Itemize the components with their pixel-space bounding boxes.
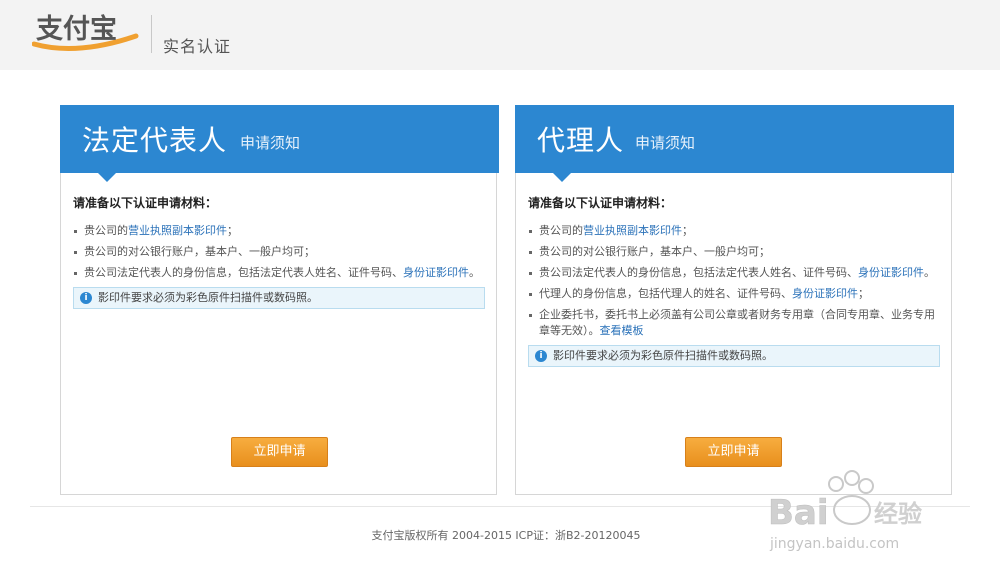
notice-text: 影印件要求必须为彩色原件扫描件或数码照。 xyxy=(98,291,318,304)
notice-box: i 影印件要求必须为彩色原件扫描件或数码照。 xyxy=(73,287,485,309)
bullet-icon xyxy=(529,314,532,317)
header-pointer xyxy=(98,173,116,182)
business-license-link[interactable]: 营业执照副本影印件 xyxy=(128,224,227,237)
logo-divider xyxy=(151,15,152,53)
svg-text:支付宝: 支付宝 xyxy=(36,13,117,45)
view-template-link[interactable]: 查看模板 xyxy=(600,324,644,337)
business-license-link[interactable]: 营业执照副本影印件 xyxy=(583,224,682,237)
card-body: 请准备以下认证申请材料： 贵公司的营业执照副本影印件； 贵公司的对公银行账户，基… xyxy=(73,194,487,309)
list-item: 贵公司的对公银行账户，基本户、一般户均可； xyxy=(528,244,942,260)
card-legal-representative: 法定代表人 申请须知 请准备以下认证申请材料： 贵公司的营业执照副本影印件； 贵… xyxy=(60,105,499,495)
bullet-icon xyxy=(74,230,77,233)
bullet-icon xyxy=(529,251,532,254)
svg-text:Bai: Bai xyxy=(768,493,829,533)
page-header: 支付宝 实名认证 xyxy=(0,0,1000,70)
id-card-copy-link[interactable]: 身份证影印件 xyxy=(403,266,469,279)
list-item: 贵公司的对公银行账户，基本户、一般户均可； xyxy=(73,244,487,260)
card-title: 法定代表人 xyxy=(82,124,228,157)
info-icon: i xyxy=(535,350,547,362)
apply-now-button[interactable]: 立即申请 xyxy=(231,437,328,467)
list-item: 企业委托书，委托书上必须盖有公司公章或者财务专用章（合同专用章、业务专用章等无效… xyxy=(528,307,942,339)
card-subtitle: 申请须知 xyxy=(240,134,301,152)
materials-heading: 请准备以下认证申请材料： xyxy=(73,196,218,210)
card-subtitle: 申请须知 xyxy=(635,134,696,152)
bullet-icon xyxy=(74,272,77,275)
alipay-logo[interactable]: 支付宝 xyxy=(32,10,142,54)
list-item: 贵公司的营业执照副本影印件； xyxy=(73,223,487,239)
card-title: 代理人 xyxy=(537,124,625,157)
id-card-copy-link[interactable]: 身份证影印件 xyxy=(858,266,924,279)
page-title: 实名认证 xyxy=(163,37,232,56)
baidu-jingyan-watermark: Bai 经验 jingyan.baidu.com xyxy=(768,470,922,552)
header-pointer xyxy=(553,173,571,182)
materials-heading: 请准备以下认证申请材料： xyxy=(528,196,673,210)
notice-text: 影印件要求必须为彩色原件扫描件或数码照。 xyxy=(553,349,773,362)
card-header: 法定代表人 申请须知 xyxy=(60,105,499,182)
card-header: 代理人 申请须知 xyxy=(515,105,954,182)
bullet-icon xyxy=(529,230,532,233)
card-agent: 代理人 申请须知 请准备以下认证申请材料： 贵公司的营业执照副本影印件； 贵公司… xyxy=(515,105,954,495)
card-body: 请准备以下认证申请材料： 贵公司的营业执照副本影印件； 贵公司的对公银行账户，基… xyxy=(528,194,942,367)
bullet-icon xyxy=(74,251,77,254)
list-item: 贵公司法定代表人的身份信息，包括法定代表人姓名、证件号码、身份证影印件。 xyxy=(528,265,942,281)
agent-id-card-copy-link[interactable]: 身份证影印件 xyxy=(792,287,858,300)
info-icon: i xyxy=(80,292,92,304)
list-item: 贵公司法定代表人的身份信息，包括法定代表人姓名、证件号码、身份证影印件。 xyxy=(73,265,487,281)
list-item: 贵公司的营业执照副本影印件； xyxy=(528,223,942,239)
notice-box: i 影印件要求必须为彩色原件扫描件或数码照。 xyxy=(528,345,940,367)
bullet-icon xyxy=(529,272,532,275)
list-item: 代理人的身份信息，包括代理人的姓名、证件号码、身份证影印件； xyxy=(528,286,942,302)
bullet-icon xyxy=(529,293,532,296)
svg-text:jingyan.baidu.com: jingyan.baidu.com xyxy=(769,536,899,552)
svg-text:经验: 经验 xyxy=(874,500,922,528)
